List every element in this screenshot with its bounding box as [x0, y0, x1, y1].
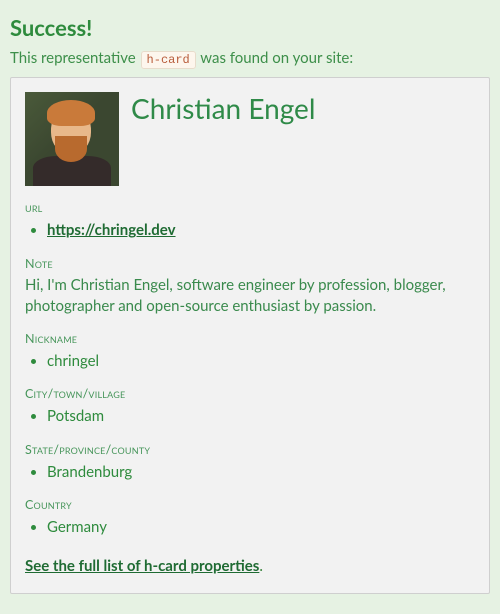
intro-prefix: This representative: [10, 49, 140, 67]
url-label: url: [25, 200, 475, 215]
hcard-code-badge: h-card: [141, 51, 196, 69]
intro-suffix: was found on your site:: [197, 49, 353, 67]
card-header: Christian Engel: [25, 92, 475, 186]
list-item: Potsdam: [47, 405, 475, 428]
nickname-list: chringel: [25, 350, 475, 373]
full-properties-line: See the full list of h-card properties.: [25, 557, 475, 575]
list-item: Brandenburg: [47, 461, 475, 484]
city-label: City/town/village: [25, 386, 475, 401]
full-properties-link[interactable]: See the full list of h-card properties: [25, 557, 259, 575]
url-list: https://chringel.dev: [25, 219, 475, 242]
success-heading: Success!: [10, 14, 490, 41]
state-label: State/province/county: [25, 442, 475, 457]
intro-text: This representative h-card was found on …: [10, 49, 490, 67]
city-list: Potsdam: [25, 405, 475, 428]
list-item: Germany: [47, 516, 475, 539]
person-name: Christian Engel: [131, 92, 315, 126]
state-value: Brandenburg: [47, 463, 132, 481]
nickname-value: chringel: [47, 352, 99, 370]
period: .: [259, 557, 263, 575]
list-item: https://chringel.dev: [47, 219, 475, 242]
hcard-panel: Christian Engel url https://chringel.dev…: [10, 77, 490, 594]
list-item: chringel: [47, 350, 475, 373]
country-label: Country: [25, 497, 475, 512]
url-link[interactable]: https://chringel.dev: [47, 221, 176, 239]
country-value: Germany: [47, 518, 107, 536]
city-value: Potsdam: [47, 407, 104, 425]
nickname-label: Nickname: [25, 331, 475, 346]
note-label: Note: [25, 256, 475, 271]
avatar: [25, 92, 119, 186]
state-list: Brandenburg: [25, 461, 475, 484]
country-list: Germany: [25, 516, 475, 539]
note-text: Hi, I'm Christian Engel, software engine…: [25, 275, 475, 317]
